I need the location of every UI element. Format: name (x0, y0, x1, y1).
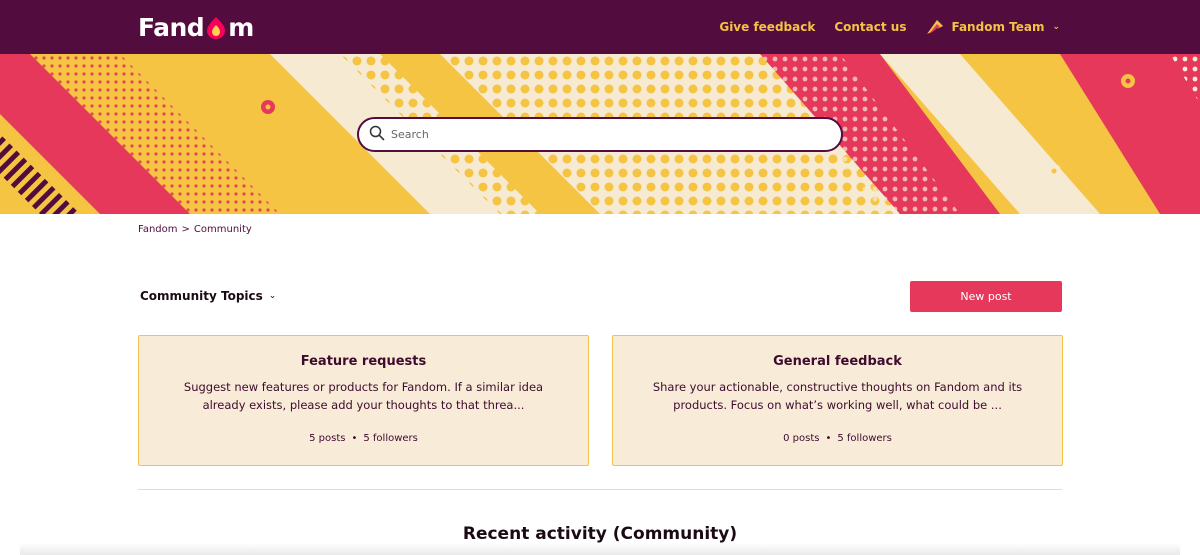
scroll-shadow (20, 543, 1180, 555)
breadcrumb-separator: > (181, 224, 190, 235)
user-menu[interactable]: Fandom Team ⌄ (925, 16, 1060, 39)
topics-dropdown-label: Community Topics (140, 289, 263, 303)
user-name: Fandom Team (951, 20, 1045, 34)
posts-count: 5 posts (309, 433, 346, 444)
meta-separator: • (825, 433, 832, 444)
section-divider (138, 489, 1062, 490)
topic-card-title: General feedback (773, 354, 902, 369)
breadcrumb-community[interactable]: Community (194, 224, 252, 235)
topic-card-meta: 0 posts • 5 followers (613, 433, 1062, 444)
topic-card-title: Feature requests (300, 354, 427, 369)
topic-card-general-feedback[interactable]: General feedback Share your actionable, … (612, 335, 1063, 466)
posts-count: 0 posts (783, 433, 820, 444)
meta-separator: • (351, 433, 358, 444)
topic-card-description: Share your actionable, constructive thou… (652, 380, 1023, 412)
heart-flame-icon (205, 15, 227, 39)
new-post-button[interactable]: New post (910, 281, 1062, 312)
followers-count: 5 followers (837, 433, 892, 444)
chevron-down-icon: ⌄ (268, 291, 277, 301)
logo-text-left: Fand (138, 12, 205, 42)
chevron-down-icon: ⌄ (1052, 22, 1060, 32)
topic-card-feature-requests[interactable]: Feature requests Suggest new features or… (138, 335, 589, 466)
topic-card-meta: 5 posts • 5 followers (139, 433, 588, 444)
search-bar[interactable] (357, 117, 843, 152)
fandom-logo[interactable]: Fand m (138, 12, 254, 42)
contact-us-link[interactable]: Contact us (834, 20, 906, 34)
search-input[interactable] (391, 128, 811, 141)
top-navigation-bar: Fand m Give feedback Contact us Fandom T… (0, 0, 1200, 54)
followers-count: 5 followers (363, 433, 418, 444)
logo-text-right: m (228, 12, 254, 42)
breadcrumb: Fandom > Community (138, 224, 252, 235)
recent-activity-heading: Recent activity (Community) (462, 524, 738, 544)
header-nav: Give feedback Contact us Fandom Team ⌄ (719, 0, 1060, 54)
topic-card-description: Suggest new features or products for Fan… (183, 380, 544, 412)
breadcrumb-fandom[interactable]: Fandom (138, 224, 178, 235)
give-feedback-link[interactable]: Give feedback (719, 20, 815, 34)
search-icon (369, 125, 385, 145)
fandom-team-avatar-icon (925, 16, 945, 39)
topics-dropdown[interactable]: Community Topics ⌄ (140, 289, 276, 303)
